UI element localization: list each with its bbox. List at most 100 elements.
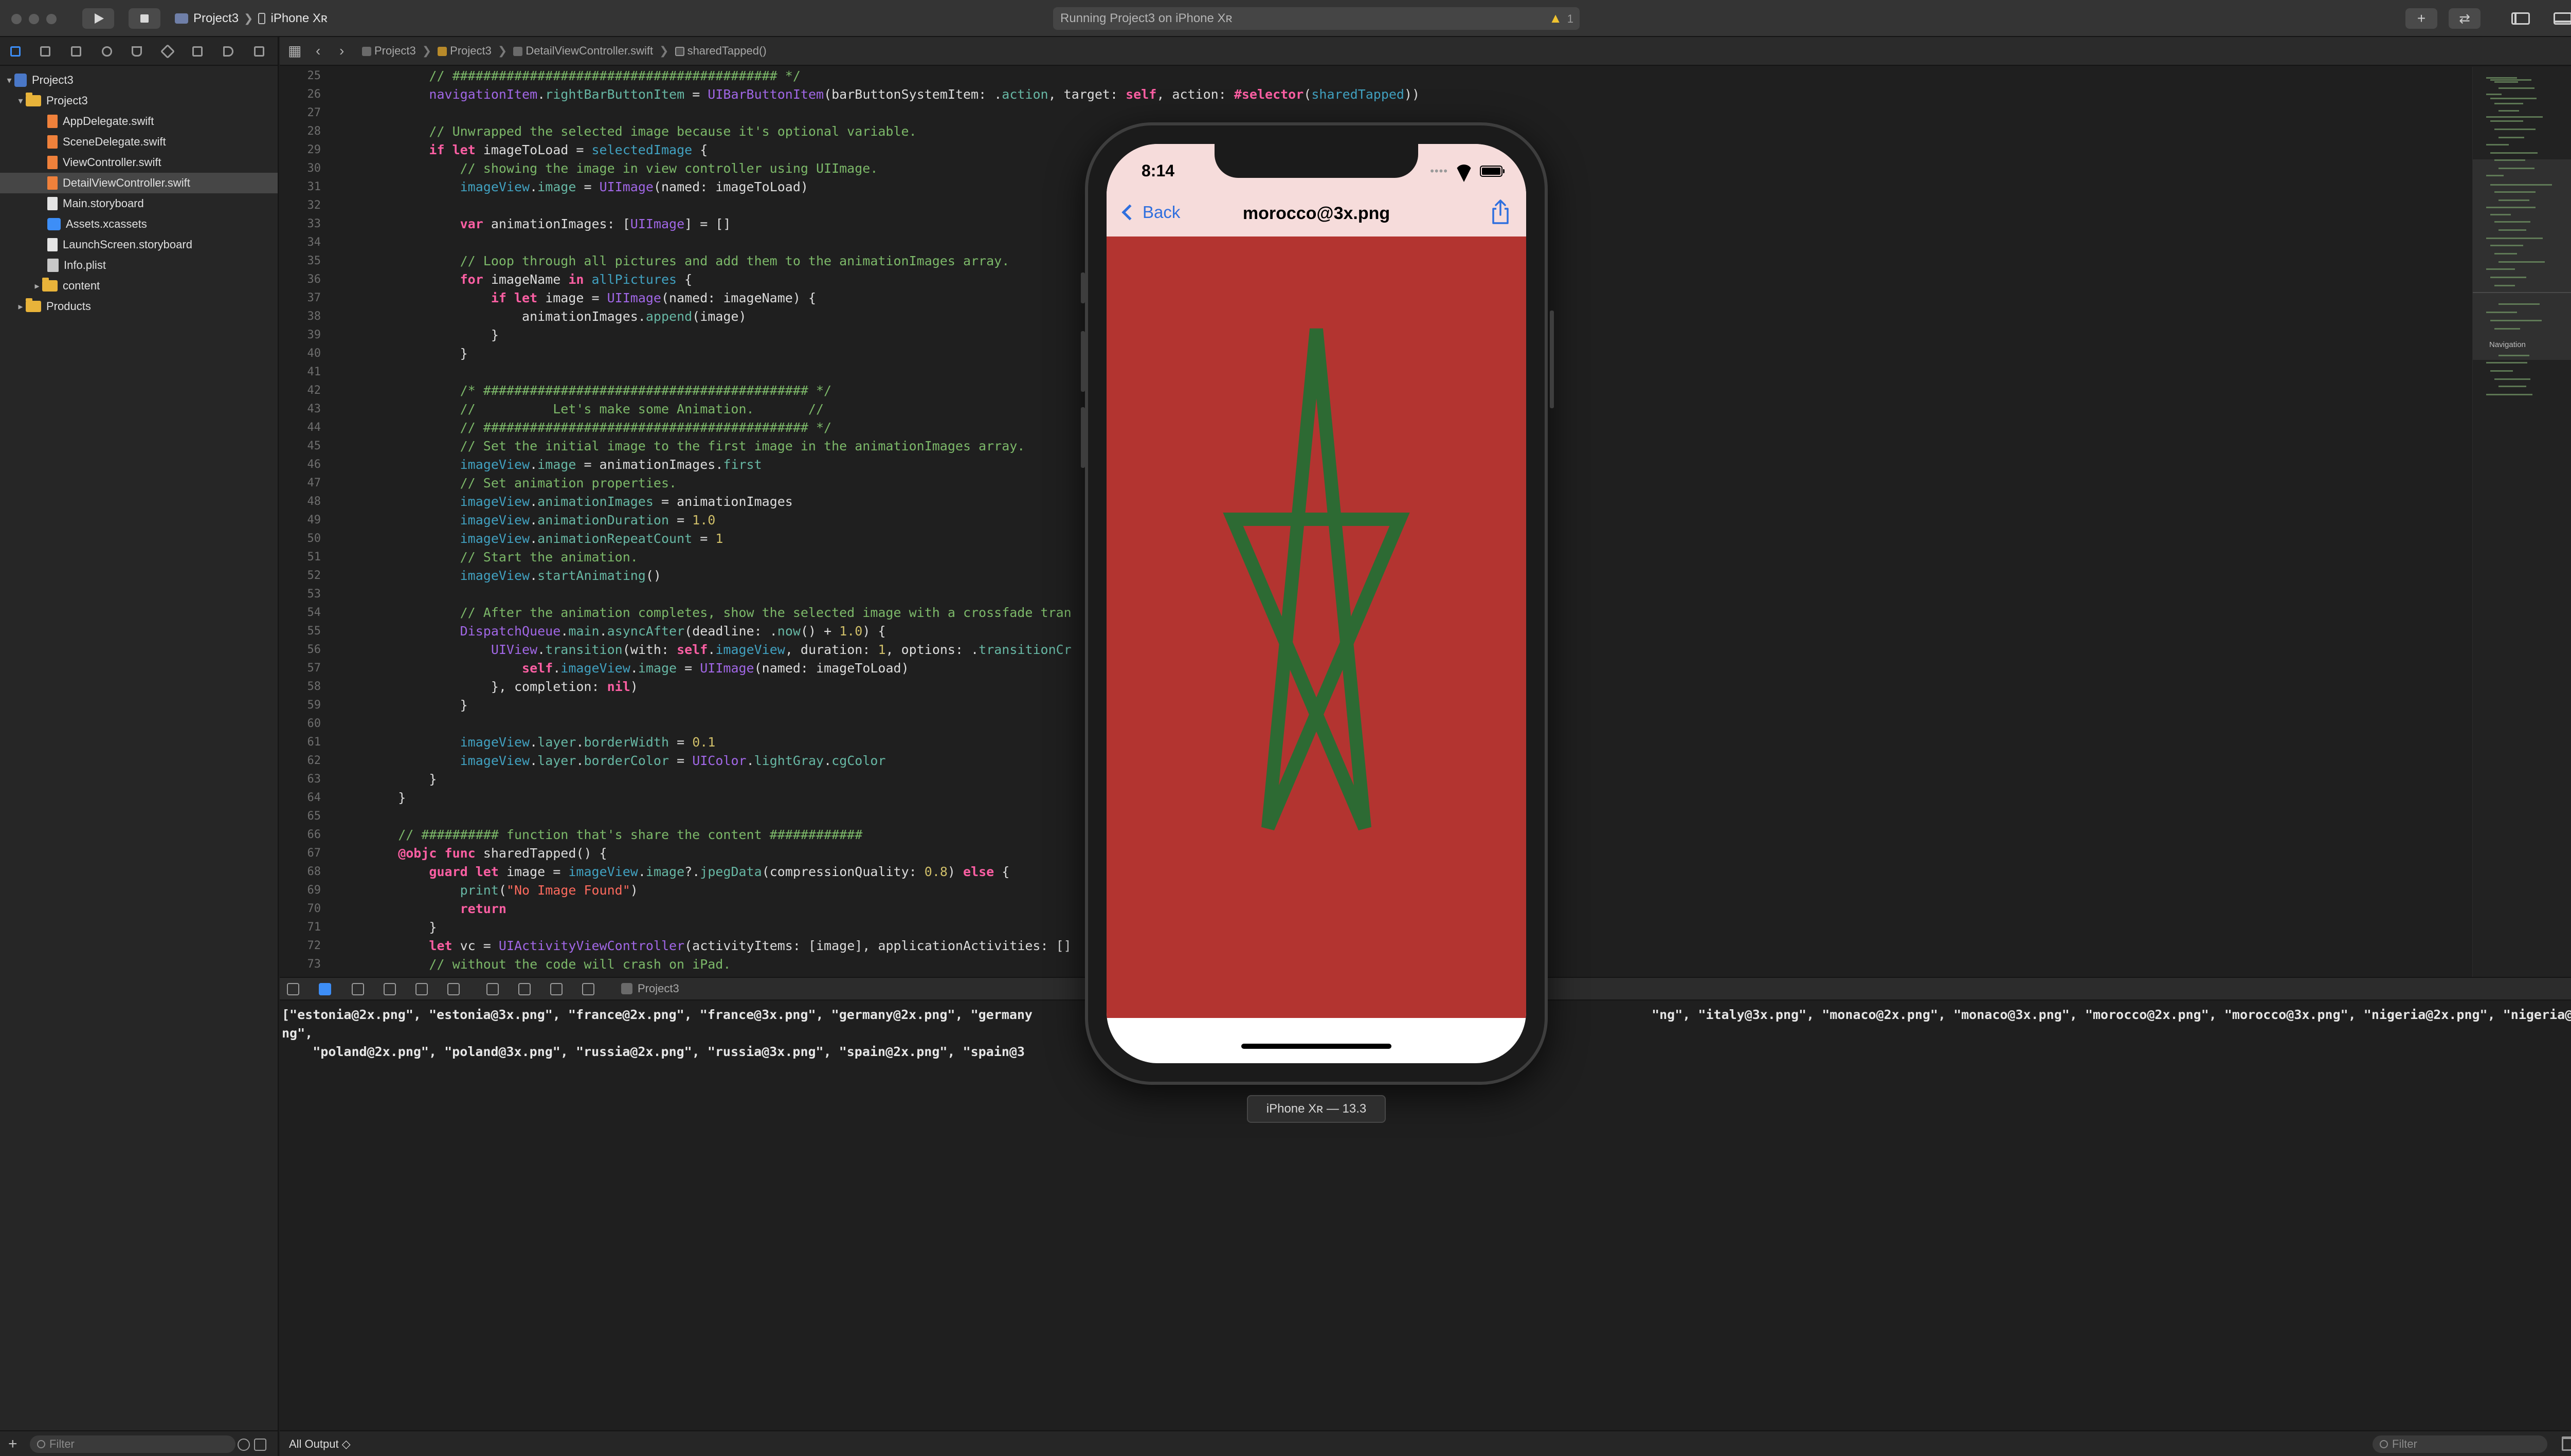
library-add-button[interactable]: + <box>2405 8 2437 29</box>
minimap[interactable]: Navigation <box>2472 67 2571 977</box>
volume-up-button[interactable] <box>1081 331 1085 392</box>
line-number[interactable]: 49 <box>280 511 323 530</box>
output-filter-select[interactable]: All Output ◇ <box>289 1437 351 1451</box>
issue-navigator-icon[interactable] <box>130 44 144 59</box>
environment-overrides-icon[interactable] <box>550 983 563 995</box>
line-number[interactable]: 56 <box>280 641 323 659</box>
forward-arrow-icon[interactable]: › <box>339 43 344 59</box>
line-number[interactable]: 54 <box>280 604 323 622</box>
line-number[interactable]: 33 <box>280 215 323 233</box>
line-number[interactable]: 35 <box>280 252 323 270</box>
line-number[interactable]: 69 <box>280 881 323 900</box>
line-number[interactable]: 50 <box>280 530 323 548</box>
disclosure-closed-icon[interactable]: ▸ <box>15 301 26 312</box>
hide-debug-area-icon[interactable] <box>287 983 299 995</box>
breadcrumb-method[interactable]: sharedTapped() <box>675 44 767 58</box>
clear-console-trash-icon[interactable] <box>2562 1436 2571 1451</box>
breakpoint-navigator-icon[interactable] <box>221 44 236 59</box>
line-number[interactable]: 30 <box>280 159 323 178</box>
toggle-navigator-icon[interactable] <box>2507 9 2534 28</box>
navigator-filter-input[interactable]: Filter <box>30 1435 236 1453</box>
home-indicator[interactable] <box>1241 1044 1391 1049</box>
find-navigator-icon[interactable] <box>100 44 114 59</box>
pause-icon[interactable] <box>352 983 364 995</box>
related-items-icon[interactable]: ▦ <box>288 43 301 59</box>
tree-item-viewcontroller[interactable]: ViewController.swift <box>0 152 278 173</box>
mute-switch[interactable] <box>1081 272 1085 303</box>
line-number[interactable]: 68 <box>280 863 323 881</box>
code-review-button[interactable]: ⇄ <box>2449 8 2481 29</box>
line-number[interactable]: 34 <box>280 233 323 252</box>
line-number[interactable]: 46 <box>280 456 323 474</box>
back-arrow-icon[interactable]: ‹ <box>316 43 320 59</box>
step-over-icon[interactable] <box>384 983 396 995</box>
line-number[interactable]: 44 <box>280 418 323 437</box>
console-filter-input[interactable]: Filter <box>2373 1435 2547 1453</box>
line-number[interactable]: 27 <box>280 104 323 122</box>
line-number[interactable]: 43 <box>280 400 323 418</box>
line-number[interactable]: 28 <box>280 122 323 141</box>
line-number[interactable]: 47 <box>280 474 323 493</box>
line-number[interactable]: 71 <box>280 918 323 937</box>
tree-item-project3-project[interactable]: ▾ Project3 <box>0 70 278 90</box>
breakpoints-toggle-icon[interactable] <box>319 983 331 995</box>
tree-item-products-folder[interactable]: ▸ Products <box>0 296 278 317</box>
line-number[interactable]: 57 <box>280 659 323 678</box>
line-number[interactable]: 41 <box>280 363 323 381</box>
line-number[interactable]: 62 <box>280 752 323 770</box>
debug-view-hierarchy-icon[interactable] <box>486 983 499 995</box>
line-number[interactable]: 65 <box>280 807 323 826</box>
warning-icon[interactable]: ▲ <box>1549 10 1562 26</box>
stop-button[interactable] <box>129 8 160 29</box>
line-number[interactable]: 31 <box>280 178 323 196</box>
breadcrumb-project[interactable]: Project3 <box>362 44 416 58</box>
line-number[interactable]: 26 <box>280 85 323 104</box>
line-number[interactable]: 51 <box>280 548 323 567</box>
line-number[interactable]: 67 <box>280 844 323 863</box>
volume-down-button[interactable] <box>1081 407 1085 468</box>
line-number[interactable]: 40 <box>280 344 323 363</box>
line-number[interactable]: 53 <box>280 585 323 604</box>
side-button[interactable] <box>1550 311 1554 408</box>
tree-item-main-storyboard[interactable]: Main.storyboard <box>0 193 278 214</box>
minimap-visible-region[interactable] <box>2473 159 2571 360</box>
line-number[interactable]: 64 <box>280 789 323 807</box>
close-window-button[interactable] <box>11 14 22 24</box>
simulate-location-icon[interactable] <box>582 983 594 995</box>
disclosure-open-icon[interactable]: ▾ <box>4 75 14 86</box>
tree-item-content-folder[interactable]: ▸ content <box>0 276 278 296</box>
line-number[interactable]: 42 <box>280 381 323 400</box>
line-number[interactable]: 58 <box>280 678 323 696</box>
line-number[interactable]: 48 <box>280 493 323 511</box>
tree-item-assets[interactable]: Assets.xcassets <box>0 214 278 234</box>
line-number[interactable]: 70 <box>280 900 323 918</box>
line-number[interactable]: 61 <box>280 733 323 752</box>
line-number[interactable]: 32 <box>280 196 323 215</box>
minimize-window-button[interactable] <box>29 14 39 24</box>
add-file-icon[interactable]: + <box>8 1436 17 1452</box>
line-number[interactable]: 25 <box>280 67 323 85</box>
recent-files-icon[interactable] <box>238 1439 250 1451</box>
share-icon[interactable] <box>1490 198 1511 225</box>
line-number[interactable]: 45 <box>280 437 323 456</box>
debug-navigator-icon[interactable] <box>190 44 205 59</box>
run-button[interactable] <box>82 8 114 29</box>
line-number[interactable]: 66 <box>280 826 323 844</box>
tree-item-scenedelegate[interactable]: SceneDelegate.swift <box>0 132 278 152</box>
line-number[interactable]: 29 <box>280 141 323 159</box>
toggle-debug-area-icon[interactable] <box>2549 9 2571 28</box>
line-number[interactable]: 52 <box>280 567 323 585</box>
tree-item-project3-folder[interactable]: ▾ Project3 <box>0 90 278 111</box>
simulator-screen[interactable]: 8:14 •••• Back morocco@3x.png <box>1107 144 1526 1063</box>
scm-filter-icon[interactable] <box>254 1439 266 1451</box>
line-number[interactable]: 63 <box>280 770 323 789</box>
code-line[interactable]: navigationItem.rightBarButtonItem = UIBa… <box>367 85 1420 104</box>
line-number[interactable]: 73 <box>280 955 323 974</box>
report-navigator-icon[interactable] <box>252 44 266 59</box>
tree-item-launchscreen[interactable]: LaunchScreen.storyboard <box>0 234 278 255</box>
symbol-navigator-icon[interactable] <box>69 44 83 59</box>
step-out-icon[interactable] <box>447 983 460 995</box>
breadcrumb-file[interactable]: DetailViewController.swift <box>513 44 653 58</box>
line-number[interactable]: 38 <box>280 307 323 326</box>
test-navigator-icon[interactable] <box>160 44 175 59</box>
